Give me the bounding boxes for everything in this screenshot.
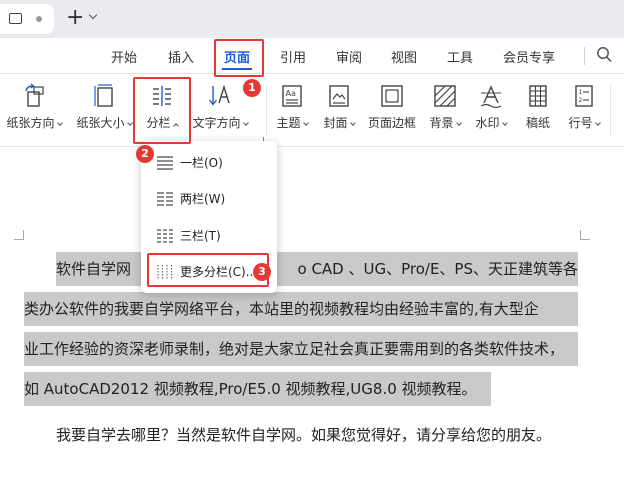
cover-button[interactable]: 封面 bbox=[318, 83, 360, 131]
svg-text:1: 1 bbox=[579, 89, 583, 96]
step-badge-1: 1 bbox=[243, 79, 261, 97]
line-number-icon: 1 2 bbox=[575, 85, 593, 107]
ribbon-divider-right bbox=[610, 85, 611, 135]
page-size-icon bbox=[94, 84, 113, 107]
highlight-box-more-columns bbox=[147, 253, 269, 287]
page-border-label: 页面边框 bbox=[367, 116, 416, 130]
title-bar: + bbox=[0, 0, 624, 38]
two-columns-icon bbox=[157, 192, 173, 206]
menu-bar: 开始 插入 页面 引用 审阅 视图 工具 会员专享 bbox=[0, 38, 624, 74]
watermark-button[interactable]: 水印 bbox=[470, 83, 512, 131]
theme-icon: Aa bbox=[282, 85, 302, 107]
three-columns-icon bbox=[157, 229, 173, 243]
dropdown-item-label: 一栏(O) bbox=[180, 156, 223, 170]
watermark-icon bbox=[480, 85, 502, 109]
dropdown-item-two-columns[interactable]: 两栏(W) bbox=[141, 184, 277, 214]
svg-text:2: 2 bbox=[579, 97, 583, 104]
doc-line-4[interactable]: 如 AutoCAD2012 视频教程,Pro/E5.0 视频教程,UG8.0 视… bbox=[24, 372, 491, 406]
highlight-box-columns bbox=[133, 77, 191, 144]
background-button[interactable]: 背景 bbox=[424, 83, 466, 131]
doc-line-1-start[interactable]: 软件自学网 bbox=[56, 252, 146, 286]
menu-member[interactable]: 会员专享 bbox=[503, 47, 555, 66]
theme-button[interactable]: Aa 主题 bbox=[271, 83, 313, 131]
doc-line-3[interactable]: 业工作经验的资深老师录制，绝对是大家立足社会真正要需用到的各类软件技术， bbox=[24, 332, 578, 366]
menu-tools[interactable]: 工具 bbox=[447, 47, 473, 66]
dropdown-item-one-column[interactable]: 一栏(O) bbox=[141, 148, 277, 178]
manuscript-paper-button[interactable]: 稿纸 bbox=[518, 83, 558, 131]
new-tab-plus-icon[interactable]: + bbox=[66, 6, 84, 30]
page-orientation-button[interactable]: 纸张方向 bbox=[3, 83, 65, 131]
background-icon bbox=[434, 85, 456, 107]
margin-corner-left bbox=[14, 230, 24, 240]
ribbon-divider bbox=[266, 85, 267, 135]
dropdown-item-label: 三栏(T) bbox=[180, 229, 221, 243]
menu-start[interactable]: 开始 bbox=[111, 47, 137, 66]
search-icon[interactable] bbox=[596, 46, 612, 64]
dropdown-item-three-columns[interactable]: 三栏(T) bbox=[141, 221, 277, 251]
page-orientation-label: 纸张方向 bbox=[3, 114, 65, 131]
page-size-button[interactable]: 纸张大小 bbox=[71, 83, 137, 131]
document-tab[interactable] bbox=[0, 4, 54, 34]
one-column-icon bbox=[157, 156, 173, 170]
menu-view[interactable]: 视图 bbox=[391, 47, 417, 66]
menu-insert[interactable]: 插入 bbox=[168, 47, 194, 66]
menu-review[interactable]: 审阅 bbox=[336, 47, 362, 66]
manuscript-paper-label: 稿纸 bbox=[525, 116, 550, 130]
page-border-button[interactable]: 页面边框 bbox=[364, 83, 420, 131]
menu-reference[interactable]: 引用 bbox=[280, 47, 306, 66]
text-direction-icon bbox=[208, 84, 230, 106]
ribbon-toolbar: 纸张方向 纸张大小 分栏 文字方向 Aa 主题 封面 页面边框 背景 水印 稿纸… bbox=[0, 75, 624, 147]
step-badge-2: 2 bbox=[136, 145, 154, 163]
doc-line-2[interactable]: 类办公软件的我要自学网络平台，本站里的视频教程均由经验丰富的,有大型企 bbox=[24, 292, 578, 326]
step-badge-3: 3 bbox=[253, 263, 271, 281]
window-icon bbox=[9, 13, 22, 24]
menu-divider bbox=[584, 47, 585, 65]
line-number-button[interactable]: 1 2 行号 bbox=[562, 83, 606, 131]
highlight-box-page-tab bbox=[214, 39, 264, 77]
dropdown-item-label: 两栏(W) bbox=[180, 192, 226, 206]
cover-label: 封面 bbox=[318, 114, 360, 131]
page-border-icon bbox=[381, 85, 403, 107]
page-size-label: 纸张大小 bbox=[71, 114, 137, 131]
doc-line-1-end[interactable]: o CAD 、UG、Pro/E、PS、天正建筑等各 bbox=[262, 252, 578, 286]
page-orientation-icon bbox=[25, 83, 44, 107]
cover-icon bbox=[329, 85, 349, 107]
doc-line-5[interactable]: 我要自学去哪里？当然是软件自学网。如果您觉得好，请分享给您的朋友。 bbox=[56, 418, 586, 452]
manuscript-paper-icon bbox=[529, 85, 547, 107]
background-label: 背景 bbox=[424, 114, 466, 131]
text-direction-label: 文字方向 bbox=[188, 114, 252, 131]
theme-label: 主题 bbox=[271, 114, 313, 131]
watermark-label: 水印 bbox=[470, 114, 512, 131]
line-number-label: 行号 bbox=[562, 114, 606, 131]
margin-corner-right bbox=[580, 230, 590, 240]
svg-text:Aa: Aa bbox=[286, 89, 296, 98]
chevron-down-icon[interactable] bbox=[88, 10, 98, 20]
document-canvas[interactable]: 软件自学网 o CAD 、UG、Pro/E、PS、天正建筑等各 类办公软件的我要… bbox=[0, 148, 624, 492]
unsaved-dot-icon bbox=[36, 16, 42, 22]
